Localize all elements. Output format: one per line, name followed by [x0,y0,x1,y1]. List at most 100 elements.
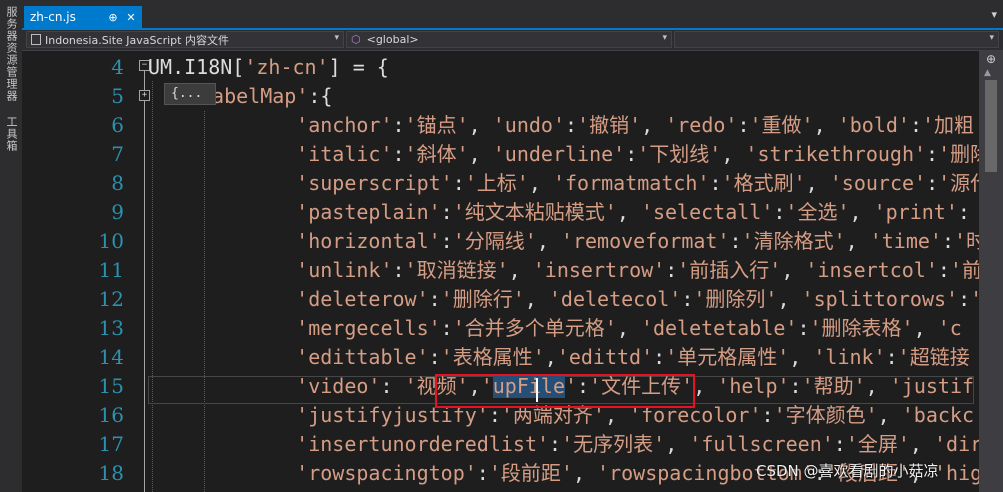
string-token: '段前距' [488,461,573,485]
tab-zh-cn-js[interactable]: zh-cn.js ⊕ ✕ [24,6,142,28]
close-icon[interactable]: ✕ [124,11,138,24]
member-dropdown[interactable]: ▾ [674,31,999,48]
code-token: : [941,229,955,253]
string-token: 'insertrow' [532,258,666,282]
code-token: , [909,432,935,456]
code-token: , [777,287,802,311]
string-token: '前插入行' [677,258,782,282]
code-token: : [957,200,970,224]
string-token: 'justif [889,374,975,398]
string-token: '锚点' [404,113,469,137]
string-token: 'unlink' [296,258,393,282]
code-token: : [681,287,694,311]
code-token: , [616,316,641,340]
code-token: , [536,229,561,253]
string-token: 'insertunorderedlist' [296,432,550,456]
line-number: 6 [111,113,124,137]
navigation-bar: Indonesia.Site JavaScript 内容文件 ▾ ⬡ <glob… [22,30,1003,51]
string-token: '全选' [785,200,850,224]
tab-filename: zh-cn.js [30,10,76,24]
code-token: : [909,113,922,137]
code-line: UM.I18N['zh-cn'] = { [148,53,389,82]
code-token: : [549,432,562,456]
string-token: 'anchor' [296,113,393,137]
toolbox-tab[interactable]: 工具箱 [2,116,20,152]
code-token: : [428,345,441,369]
line-number: 16 [98,403,124,427]
string-token: 'help' [717,374,790,398]
code-token: : [937,258,950,282]
code-token: : [885,345,898,369]
code-line: 'italic':'斜体', 'underline':'下划线', 'strik… [248,140,979,169]
code-token: : [833,432,846,456]
expand-toggle-icon[interactable]: + [139,90,150,101]
code-token: : [392,258,405,282]
pin-icon[interactable]: ⊕ [106,11,120,24]
string-token: '时 [954,229,979,253]
string-token: 'high [934,461,979,485]
code-token: UM.I18N[ [148,55,245,79]
scrollbar-thumb[interactable] [985,80,997,172]
string-token: 'print' [873,200,958,224]
code-token: , [789,345,814,369]
code-line: 'edittable':'表格属性','edittd':'单元格属性', 'li… [248,343,970,372]
scope-dropdown[interactable]: ⬡ <global> ▾ [346,31,672,48]
string-token: '取消链接' [404,258,509,282]
split-view-icon[interactable]: ⊕ [982,52,1000,68]
code-token: , [468,142,493,166]
code-token: : [773,200,786,224]
code-token: : [737,113,750,137]
scroll-up-icon[interactable]: ▲ [984,68,991,78]
code-token: : [564,113,578,137]
fold-line [144,71,145,90]
text-caret [536,378,538,402]
line-number: 15 [98,374,124,398]
chevron-down-icon: ▾ [989,33,994,43]
code-line: 'pasteplain':'纯文本粘贴模式', 'selectall':'全选'… [248,198,970,227]
code-token: , [813,113,838,137]
string-token: 'deletetable' [640,316,798,340]
string-token: 'mergecells' [296,316,441,340]
string-token: 'redo' [665,113,738,137]
string-token: 'splittorows' [801,287,959,311]
string-token: 'source' [829,171,927,195]
string-token: '删除 [938,142,979,166]
string-token: '纯文本粘贴模式' [452,200,617,224]
code-token: :{ [308,84,333,108]
line-number: 12 [98,287,124,311]
highlight-annotation-box [435,374,695,408]
code-line: 'anchor':'锚点', 'undo':'撤销', 'redo':'重做',… [248,111,979,140]
string-token: 'insertcol' [805,258,938,282]
project-label: Indonesia.Site JavaScript 内容文件 [45,33,229,47]
string-token: 'time' [869,229,942,253]
chevron-down-icon: ▾ [334,33,339,43]
tab-dropdown-icon[interactable]: ▾ [991,8,997,21]
string-token: '单元格属性' [665,345,790,369]
code-editor[interactable]: 4 5 6 7 8 9 10 11 12 13 14 15 16 17 18 − + UM.I18N['zh… [22,51,979,492]
string-token: 'italic' [296,142,393,166]
string-token: '重做' [749,113,814,137]
string-token: '上标' [464,171,529,195]
code-line: 'mergecells':'合并多个单元格', 'deletetable':'删… [248,314,962,343]
document-tab-bar: zh-cn.js ⊕ ✕ ▾ [22,0,1003,30]
line-number: 4 [111,55,124,79]
string-token: 'rowspacingtop' [296,461,477,485]
code-token: , [665,432,690,456]
code-token: , [528,171,553,195]
code-token: , [781,258,806,282]
string-token: '清除格式' [741,229,846,253]
collapsed-region-label[interactable]: {... [164,83,216,105]
server-explorer-tab[interactable]: 服务器资源管理器 [2,6,20,102]
code-token: : [440,229,453,253]
string-token: '表格属性' [440,345,545,369]
string-token: '删除行' [440,287,525,311]
project-dropdown[interactable]: Indonesia.Site JavaScript 内容文件 ▾ [26,31,344,48]
code-token: ] = { [328,55,389,79]
string-token: '删除表格' [809,316,914,340]
string-token: ' [970,287,979,311]
code-token: , [849,200,874,224]
